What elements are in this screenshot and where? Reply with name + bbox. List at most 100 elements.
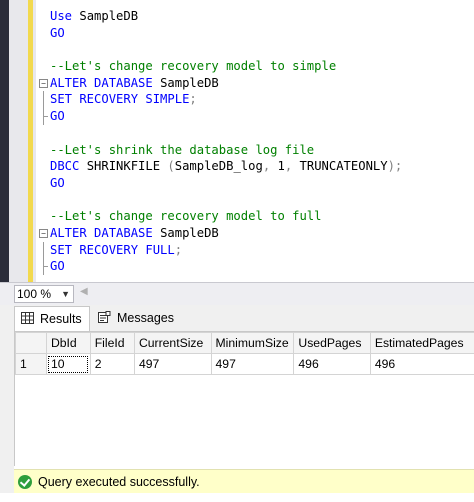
code-token: (	[167, 159, 175, 174]
code-token: ;	[174, 242, 183, 257]
comment-token: --Let's shrink the database log file	[50, 142, 315, 157]
fold-guide	[43, 241, 44, 259]
tab-results[interactable]: Results	[14, 306, 90, 331]
code-line[interactable]: --Let's change recovery model to simple	[36, 58, 472, 75]
code-line[interactable]	[36, 192, 472, 209]
code-token: ,	[262, 159, 278, 174]
code-token: ,	[284, 159, 300, 174]
code-line[interactable]: --Let's change recovery model to full	[36, 208, 472, 225]
code-text: --Let's shrink the database log file	[50, 142, 314, 159]
code-text: GO	[50, 108, 65, 125]
grid-cell[interactable]: 496	[369, 353, 474, 375]
code-line[interactable]: Use SampleDB	[36, 8, 472, 25]
code-area[interactable]: Use SampleDB GO --Let's change recovery mo…	[36, 8, 472, 275]
collapse-icon[interactable]: −	[39, 228, 48, 238]
column-header[interactable]: UsedPages	[293, 332, 371, 354]
column-header[interactable]: CurrentSize	[133, 332, 212, 354]
zoom-bar: 100 % ▼ ◀	[0, 282, 474, 306]
grid-cell[interactable]: 497	[133, 353, 212, 375]
code-token: 1	[277, 159, 285, 174]
messages-icon	[98, 311, 111, 323]
code-line[interactable]: SET RECOVERY FULL;	[36, 241, 472, 259]
code-text: --Let's change recovery model to simple	[50, 58, 336, 75]
row-number-header	[15, 332, 47, 354]
fold-guide	[43, 91, 44, 109]
code-line[interactable]: GO	[36, 175, 472, 192]
column-header[interactable]: FileId	[89, 332, 135, 354]
tab-messages[interactable]: Messages	[92, 306, 184, 330]
code-line[interactable]: DBCC SHRINKFILE (SampleDB_log, 1, TRUNCA…	[36, 158, 472, 175]
code-token: SampleDB_log	[174, 159, 263, 174]
code-text: Use SampleDB	[50, 8, 138, 25]
code-text: SET RECOVERY SIMPLE;	[50, 91, 197, 108]
code-token: SampleDB	[79, 9, 139, 23]
code-text: GO	[50, 25, 65, 42]
results-grid-area[interactable]: DbId FileId CurrentSize MinimumSize UsedPage…	[14, 331, 474, 466]
scroll-left-icon[interactable]: ◀	[80, 286, 88, 297]
code-text: ALTER DATABASE SampleDB	[50, 75, 219, 92]
keyword-token: GO	[50, 175, 65, 190]
results-grid[interactable]: DbId FileId CurrentSize MinimumSize UsedPage…	[15, 332, 474, 375]
bottom-strip	[0, 493, 474, 502]
code-text: DBCC SHRINKFILE (SampleDB_log, 1, TRUNCA…	[50, 158, 402, 175]
fold-guide	[43, 108, 48, 125]
row-number[interactable]: 1	[15, 353, 47, 375]
change-tracking-bar	[28, 0, 33, 282]
code-line[interactable]: SET RECOVERY SIMPLE;	[36, 91, 472, 109]
keyword-token: SET RECOVERY SIMPLE	[50, 92, 190, 107]
results-pane: Results Messages DbId FileId CurrentSize Mi…	[0, 305, 474, 466]
fold-guide	[43, 258, 48, 275]
success-check-icon	[18, 475, 32, 489]
table-row[interactable]: 1 10 2 497 497 496 496	[15, 353, 474, 375]
zoom-select[interactable]: 100 % ▼	[14, 285, 74, 303]
grid-cell[interactable]: 497	[210, 353, 295, 375]
tab-messages-label: Messages	[117, 311, 174, 325]
status-message: Query executed successfully.	[38, 475, 200, 489]
code-line[interactable]: GO	[36, 258, 472, 275]
keyword-token: GO	[50, 259, 65, 274]
grid-cell[interactable]: 10	[45, 353, 91, 375]
results-tabs: Results Messages	[14, 305, 474, 331]
code-token: SHRINKFILE	[86, 159, 168, 174]
column-header[interactable]: DbId	[45, 332, 91, 354]
code-token: ;	[189, 92, 197, 107]
code-line[interactable]	[36, 41, 472, 58]
keyword-token: ALTER DATABASE	[50, 75, 161, 90]
grid-icon	[21, 312, 34, 324]
comment-token: --Let's change recovery model to full	[50, 209, 322, 224]
keyword-token: DBCC	[50, 159, 87, 174]
query-editor[interactable]: Use SampleDB GO --Let's change recovery mo…	[0, 0, 474, 282]
keyword-token: Use	[50, 9, 80, 23]
comment-token: --Let's change recovery model to simple	[50, 59, 337, 74]
code-line[interactable]: − ALTER DATABASE SampleDB	[36, 225, 472, 242]
code-line[interactable]: --Let's shrink the database log file	[36, 142, 472, 159]
code-token: );	[387, 159, 403, 174]
code-line[interactable]: − ALTER DATABASE SampleDB	[36, 75, 472, 92]
code-text: SET RECOVERY FULL;	[50, 242, 182, 259]
code-text: --Let's change recovery model to full	[50, 208, 322, 225]
code-line[interactable]	[36, 125, 472, 142]
grid-header-row: DbId FileId CurrentSize MinimumSize UsedPage…	[15, 332, 474, 354]
column-header[interactable]: EstimatedPages	[369, 332, 474, 354]
keyword-token: SET RECOVERY FULL	[50, 242, 175, 257]
column-header[interactable]: MinimumSize	[210, 332, 295, 354]
chevron-down-icon[interactable]: ▼	[61, 286, 70, 302]
code-token: TRUNCATEONLY	[299, 159, 388, 174]
grid-cell[interactable]: 496	[293, 353, 371, 375]
code-text: GO	[50, 175, 65, 192]
code-line[interactable]: GO	[36, 25, 472, 42]
collapse-icon[interactable]: −	[39, 78, 48, 88]
keyword-token: GO	[50, 109, 65, 124]
grid-cell[interactable]: 2	[89, 353, 135, 375]
code-line[interactable]: GO	[36, 108, 472, 125]
zoom-value: 100 %	[17, 287, 52, 301]
code-token: SampleDB	[160, 225, 219, 240]
keyword-token: GO	[50, 25, 65, 40]
editor-left-frame	[0, 0, 9, 282]
keyword-token: ALTER DATABASE	[50, 225, 161, 240]
code-text: GO	[50, 258, 65, 275]
code-token: SampleDB	[160, 75, 219, 90]
tab-results-label: Results	[40, 312, 82, 326]
status-bar: Query executed successfully.	[14, 469, 474, 494]
code-text: ALTER DATABASE SampleDB	[50, 225, 219, 242]
